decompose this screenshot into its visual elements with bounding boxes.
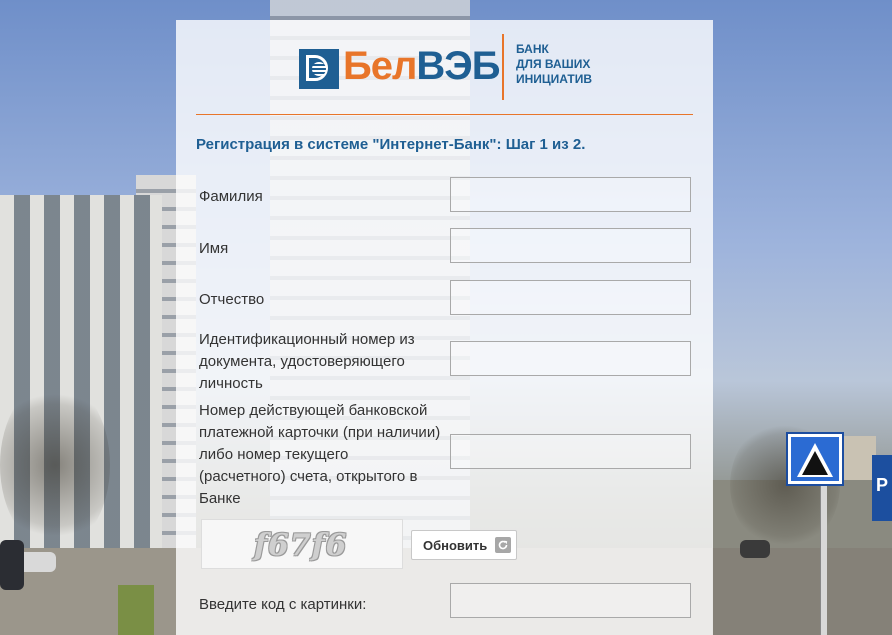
refresh-icon bbox=[495, 537, 511, 553]
logo-wordmark-part2: ВЭБ bbox=[416, 44, 500, 88]
background-tree bbox=[0, 380, 110, 550]
id-number-field[interactable] bbox=[450, 341, 691, 376]
road-sign-pole bbox=[820, 480, 827, 635]
logo-tagline-line: ДЛЯ ВАШИХ bbox=[516, 57, 591, 71]
captcha-image: f67f6 bbox=[201, 519, 403, 569]
captcha-text: f67f6 bbox=[254, 528, 348, 563]
refresh-captcha-label: Обновить bbox=[423, 538, 488, 553]
belveb-logo-icon bbox=[299, 49, 339, 89]
id-number-label-line: личность bbox=[199, 375, 263, 392]
parking-sign-icon: P bbox=[872, 455, 892, 521]
surname-label: Фамилия bbox=[199, 188, 263, 205]
card-number-field[interactable] bbox=[450, 434, 691, 469]
patronymic-field[interactable] bbox=[450, 280, 691, 315]
header-divider bbox=[196, 114, 693, 115]
id-number-label-line: Идентификационный номер из bbox=[199, 331, 415, 348]
background-grass bbox=[118, 585, 154, 635]
background-car bbox=[0, 540, 24, 590]
form-title: Регистрация в системе "Интернет-Банк": Ш… bbox=[196, 136, 586, 153]
patronymic-label: Отчество bbox=[199, 291, 265, 308]
logo-tagline: БАНК ДЛЯ ВАШИХ ИНИЦИАТИВ bbox=[516, 42, 592, 87]
card-number-label-line: либо номер текущего bbox=[199, 446, 349, 463]
background-road bbox=[712, 548, 892, 635]
card-number-label-line: (расчетного) счета, открытого в bbox=[199, 468, 418, 485]
logo-wordmark-part1: Бел bbox=[343, 44, 417, 88]
logo-wordmark: БелВЭБ bbox=[343, 43, 501, 89]
captcha-code-label: Введите код с картинки: bbox=[199, 596, 367, 613]
logo-divider bbox=[502, 34, 504, 100]
logo-tagline-line: БАНК bbox=[516, 42, 549, 56]
card-number-label-line: Банке bbox=[199, 490, 241, 507]
card-number-label-line: платежной карточки (при наличии) bbox=[199, 424, 441, 441]
first-name-label: Имя bbox=[199, 240, 229, 257]
surname-field[interactable] bbox=[450, 177, 691, 212]
id-number-label: Идентификационный номер из документа, уд… bbox=[199, 329, 449, 395]
first-name-field[interactable] bbox=[450, 228, 691, 263]
logo-tagline-line: ИНИЦИАТИВ bbox=[516, 72, 592, 86]
registration-panel: БелВЭБ БАНК ДЛЯ ВАШИХ ИНИЦИАТИВ Регистра… bbox=[176, 20, 713, 635]
card-number-label-line: Номер действующей банковской bbox=[199, 402, 428, 419]
card-number-label: Номер действующей банковской платежной к… bbox=[199, 400, 449, 510]
crosswalk-sign-icon bbox=[786, 432, 844, 486]
background-car bbox=[740, 540, 770, 558]
id-number-label-line: документа, удостоверяющего bbox=[199, 353, 405, 370]
captcha-code-field[interactable] bbox=[450, 583, 691, 618]
refresh-captcha-button[interactable]: Обновить bbox=[411, 530, 517, 560]
